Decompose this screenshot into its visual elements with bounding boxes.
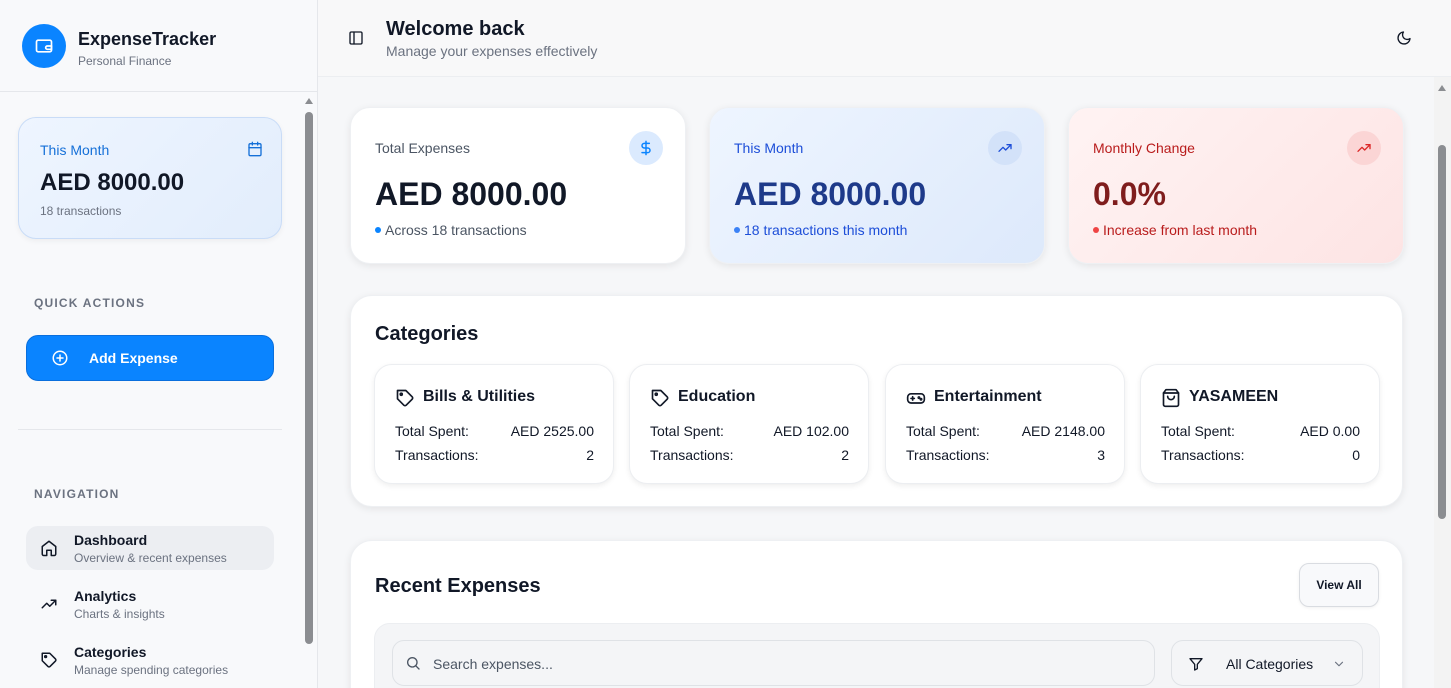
category-card-bills[interactable]: Bills & Utilities Total Spent: AED 2525.0…: [374, 364, 614, 484]
nav-item-categories[interactable]: Categories Manage spending categories: [26, 638, 274, 682]
page-subtitle: Manage your expenses effectively: [386, 43, 598, 59]
category-filter-select[interactable]: All Categories: [1171, 640, 1363, 686]
trending-up-icon: [40, 595, 58, 618]
dollar-icon: [629, 131, 663, 165]
categories-title: Categories: [375, 323, 479, 345]
stat-card-monthly-change: Monthly Change 0.0% Increase from last m…: [1068, 107, 1404, 264]
categories-panel: Categories Bills & Utilities Total Spent…: [350, 295, 1403, 507]
sidebar-toggle-icon[interactable]: [348, 30, 364, 51]
month-summary-count: 18 transactions: [40, 204, 122, 218]
shopping-bag-icon: [1161, 388, 1181, 413]
recent-expenses-title: Recent Expenses: [375, 575, 541, 597]
plus-circle-icon: [52, 350, 68, 366]
nav-item-label: Analytics: [74, 588, 137, 604]
scrollbar-thumb[interactable]: [1438, 145, 1446, 519]
category-tx-row: Transactions: 3: [906, 447, 1105, 463]
quick-actions-heading: QUICK ACTIONS: [34, 296, 146, 310]
category-tx-row: Transactions: 0: [1161, 447, 1360, 463]
brand-subtitle: Personal Finance: [78, 54, 172, 68]
top-header: Welcome back Manage your expenses effect…: [318, 0, 1451, 77]
category-name: Education: [678, 388, 756, 405]
stat-label: Monthly Change: [1093, 140, 1195, 156]
stat-value: 0.0%: [1093, 176, 1166, 212]
stat-card-this-month: This Month AED 8000.00 18 transactions t…: [709, 107, 1045, 264]
add-expense-button[interactable]: Add Expense: [26, 335, 274, 381]
add-expense-label: Add Expense: [89, 350, 178, 366]
category-spent-row: Total Spent: AED 2525.00: [395, 423, 594, 439]
trending-up-icon: [1347, 131, 1381, 165]
nav-item-desc: Overview & recent expenses: [74, 551, 227, 565]
month-summary-amount: AED 8000.00: [40, 169, 185, 196]
wallet-icon: [22, 24, 66, 68]
sidebar-scrollbar[interactable]: [302, 94, 316, 688]
nav-item-desc: Charts & insights: [74, 607, 165, 621]
moon-icon[interactable]: [1396, 30, 1412, 51]
category-spent-row: Total Spent: AED 0.00: [1161, 423, 1360, 439]
scrollbar-thumb[interactable]: [305, 112, 313, 644]
category-name: Entertainment: [934, 388, 1042, 405]
category-name: Bills & Utilities: [423, 388, 536, 405]
search-box[interactable]: [392, 640, 1155, 686]
search-icon: [405, 655, 421, 676]
chevron-down-icon: [1332, 657, 1346, 676]
stat-subtext: 18 transactions this month: [734, 222, 907, 238]
category-spent-row: Total Spent: AED 2148.00: [906, 423, 1105, 439]
tag-icon: [650, 388, 670, 413]
navigation-heading: NAVIGATION: [34, 487, 120, 501]
month-summary-card: This Month AED 8000.00 18 transactions: [18, 117, 282, 239]
sidebar: ExpenseTracker Personal Finance This Mon…: [0, 0, 318, 688]
nav-item-label: Categories: [74, 644, 147, 660]
month-summary-label: This Month: [40, 142, 110, 158]
calendar-icon: [247, 141, 263, 162]
brand-header: ExpenseTracker Personal Finance: [0, 0, 317, 92]
search-input[interactable]: [433, 653, 1133, 675]
expense-filters: All Categories: [374, 623, 1380, 688]
scroll-up-arrow[interactable]: [305, 98, 313, 104]
nav-item-analytics[interactable]: Analytics Charts & insights: [26, 582, 274, 626]
category-spent-row: Total Spent: AED 102.00: [650, 423, 849, 439]
stat-subtext: Increase from last month: [1093, 222, 1257, 238]
brand-title: ExpenseTracker: [78, 29, 217, 49]
category-card-yasameen[interactable]: YASAMEEN Total Spent: AED 0.00 Transactio…: [1140, 364, 1380, 484]
recent-expenses-panel: Recent Expenses View All All Categories: [350, 540, 1403, 688]
home-icon: [40, 539, 58, 562]
category-tx-row: Transactions: 2: [395, 447, 594, 463]
filter-icon: [1188, 656, 1204, 677]
main-scrollbar[interactable]: [1434, 77, 1451, 688]
stat-label: Total Expenses: [375, 140, 470, 156]
trending-up-icon: [988, 131, 1022, 165]
scroll-up-arrow[interactable]: [1438, 85, 1446, 91]
nav-item-label: Dashboard: [74, 532, 148, 548]
stat-value: AED 8000.00: [734, 176, 927, 212]
category-card-education[interactable]: Education Total Spent: AED 102.00 Transac…: [629, 364, 869, 484]
view-all-button[interactable]: View All: [1299, 563, 1379, 607]
category-filter-value: All Categories: [1226, 656, 1314, 672]
category-card-entertainment[interactable]: Entertainment Total Spent: AED 2148.00 Tr…: [885, 364, 1125, 484]
stat-value: AED 8000.00: [375, 176, 568, 212]
category-name: YASAMEEN: [1189, 388, 1279, 405]
nav-item-desc: Manage spending categories: [74, 663, 229, 677]
stat-label: This Month: [734, 140, 804, 156]
gamepad-icon: [906, 388, 926, 413]
category-tx-row: Transactions: 2: [650, 447, 849, 463]
stat-card-total-expenses: Total Expenses AED 8000.00 Across 18 tra…: [350, 107, 686, 264]
sidebar-divider: [18, 429, 282, 430]
tag-icon: [40, 651, 58, 674]
page-title: Welcome back: [386, 18, 525, 40]
nav-item-dashboard[interactable]: Dashboard Overview & recent expenses: [26, 526, 274, 570]
tag-icon: [395, 388, 415, 413]
stat-subtext: Across 18 transactions: [375, 222, 527, 238]
